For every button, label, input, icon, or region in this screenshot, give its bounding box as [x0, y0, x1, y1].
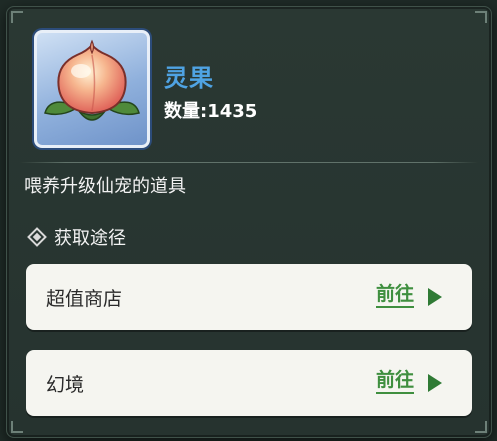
- item-description: 喂养升级仙宠的道具: [24, 176, 186, 197]
- source-heading: 获取途径: [27, 224, 126, 250]
- source-label: 超值商店: [46, 288, 123, 310]
- go-button[interactable]: 前往: [375, 282, 414, 308]
- source-row-shop[interactable]: 超值商店 前往: [26, 264, 472, 330]
- item-icon-frame: [34, 30, 150, 148]
- go-button[interactable]: 前往: [375, 368, 414, 394]
- frame-corner: [475, 11, 487, 23]
- arrow-right-icon[interactable]: [428, 374, 442, 392]
- source-row-dreamland[interactable]: 幻境 前往: [26, 350, 472, 416]
- frame-corner: [475, 421, 487, 433]
- item-count: 数量:1435: [164, 101, 258, 122]
- item-name: 灵果: [164, 64, 214, 92]
- section-divider: [20, 162, 478, 163]
- frame-corner: [11, 421, 23, 433]
- arrow-right-icon[interactable]: [428, 288, 442, 306]
- diamond-icon: [27, 227, 47, 247]
- spirit-fruit-peach-icon: [44, 39, 140, 121]
- source-label: 幻境: [46, 374, 85, 396]
- source-heading-label: 获取途径: [54, 228, 126, 249]
- frame-corner: [11, 11, 23, 23]
